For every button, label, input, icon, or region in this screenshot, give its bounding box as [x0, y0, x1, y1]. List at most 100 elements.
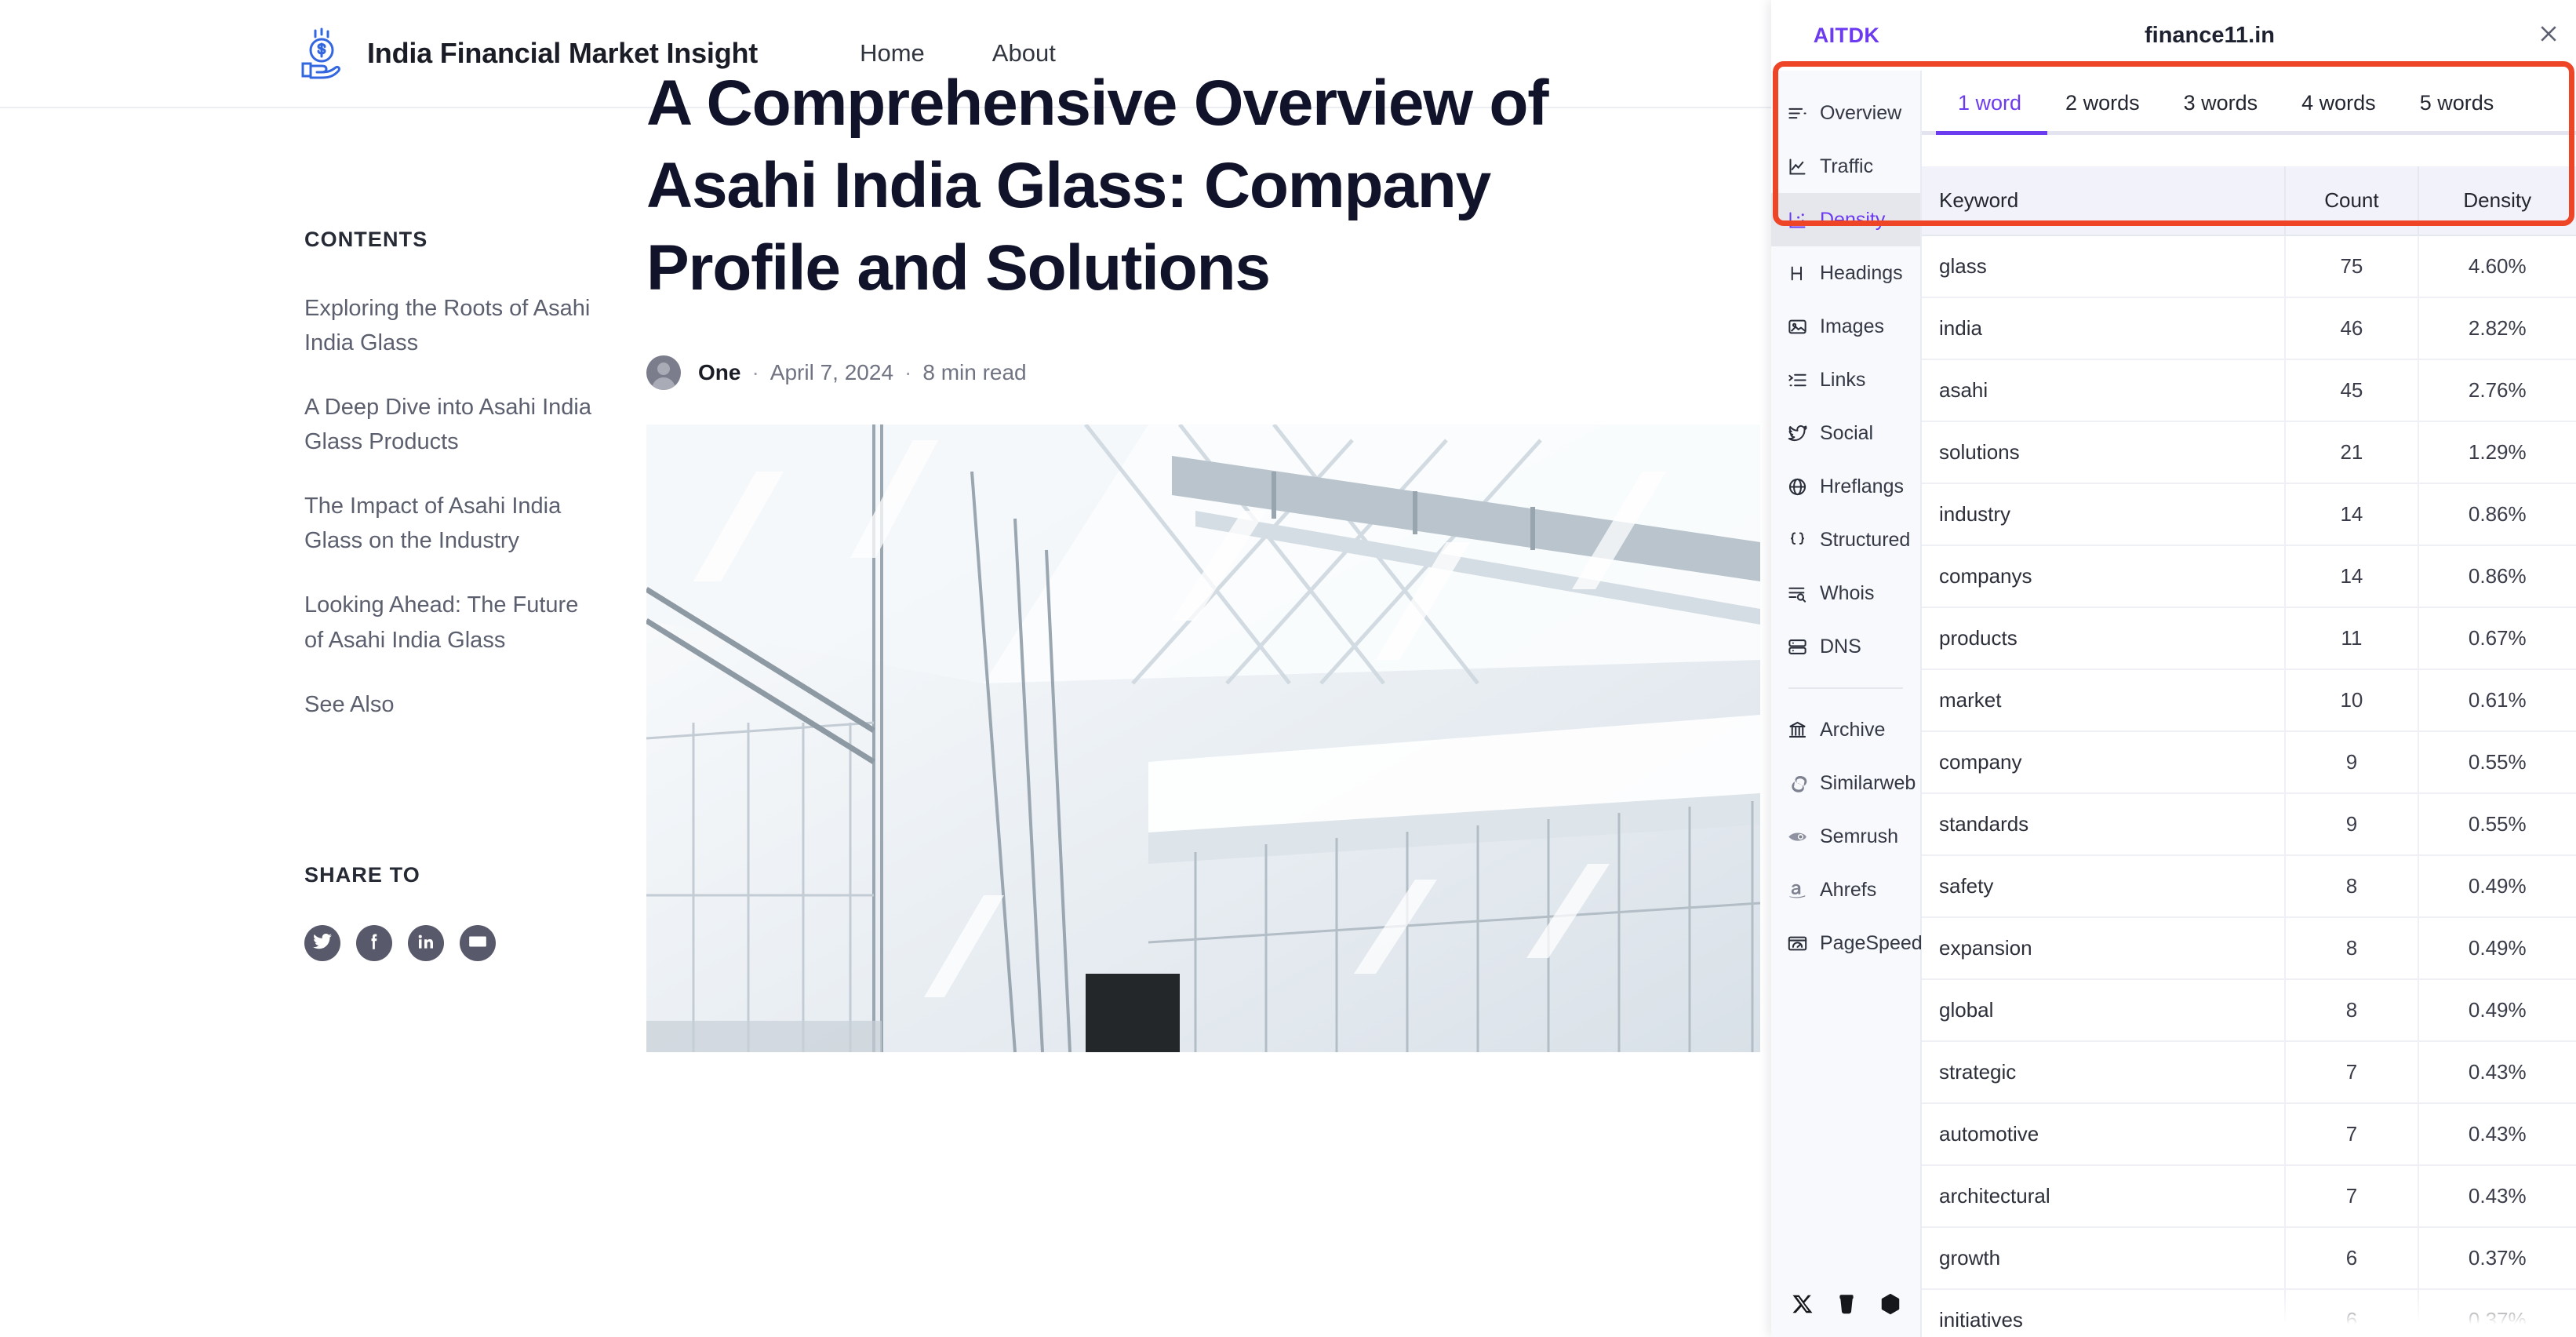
sidebar-item-links[interactable]: Links: [1771, 353, 1920, 406]
bank-columns-icon: [1785, 718, 1809, 741]
tab-4-words[interactable]: 4 words: [2279, 71, 2398, 135]
share-facebook-button[interactable]: [356, 925, 392, 961]
sidebar-item-whois[interactable]: Whois: [1771, 566, 1920, 620]
cell-density: 0.43%: [2417, 1041, 2576, 1104]
cell-density: 2.82%: [2417, 297, 2576, 360]
article-title: A Comprehensive Overview of Asahi India …: [646, 67, 1549, 304]
sidebar-item-hreflangs[interactable]: Hreflangs: [1771, 460, 1920, 513]
table-row[interactable]: global 8 0.49%: [1922, 979, 2576, 1042]
sidebar-label: Structured: [1820, 528, 1911, 551]
share-section: SHARE TO: [304, 863, 612, 961]
tab-5-words[interactable]: 5 words: [2398, 71, 2516, 135]
table-row[interactable]: strategic 7 0.43%: [1922, 1041, 2576, 1104]
cell-count: 9: [2284, 731, 2418, 794]
table-row[interactable]: initiatives 6 0.37%: [1922, 1289, 2576, 1337]
toc-item[interactable]: The Impact of Asahi India Glass on the I…: [304, 489, 602, 558]
share-linkedin-button[interactable]: [408, 925, 444, 961]
table-row[interactable]: market 10 0.61%: [1922, 669, 2576, 732]
table-row[interactable]: companys 14 0.86%: [1922, 545, 2576, 608]
aitdk-extension-panel: AITDK finance11.in Overview Traffic Dens…: [1771, 0, 2576, 1337]
article: A Comprehensive Overview of Asahi India …: [646, 63, 1760, 1052]
x-twitter-icon[interactable]: [1791, 1292, 1814, 1320]
table-row[interactable]: glass 75 4.60%: [1922, 235, 2576, 298]
tab-2-words[interactable]: 2 words: [2043, 71, 2162, 135]
table-row[interactable]: standards 9 0.55%: [1922, 793, 2576, 856]
avatar: [646, 355, 681, 390]
sidebar-label: Archive: [1820, 718, 1886, 741]
close-icon: [2537, 22, 2560, 49]
cell-keyword: standards: [1922, 793, 2286, 856]
sidebar-item-structured[interactable]: Structured: [1771, 513, 1920, 566]
sidebar-item-archive[interactable]: Archive: [1771, 703, 1920, 756]
sidebar-item-images[interactable]: Images: [1771, 300, 1920, 353]
sidebar-item-dns[interactable]: DNS: [1771, 620, 1920, 673]
screenshot-root: India Financial Market Insight Home Abou…: [0, 0, 2576, 1337]
toc-item[interactable]: Exploring the Roots of Asahi India Glass: [304, 291, 602, 360]
table-row[interactable]: automotive 7 0.43%: [1922, 1103, 2576, 1166]
cell-density: 0.49%: [2417, 917, 2576, 980]
toc-item[interactable]: Looking Ahead: The Future of Asahi India…: [304, 588, 602, 657]
table-row[interactable]: asahi 45 2.76%: [1922, 359, 2576, 422]
word-count-tabs: 1 word 2 words 3 words 4 words 5 words: [1922, 71, 2576, 135]
table-row[interactable]: safety 8 0.49%: [1922, 855, 2576, 918]
table-row[interactable]: growth 6 0.37%: [1922, 1227, 2576, 1290]
heading-h-icon: [1785, 261, 1809, 285]
cell-count: 8: [2284, 917, 2418, 980]
cell-keyword: industry: [1922, 483, 2286, 546]
table-row[interactable]: company 9 0.55%: [1922, 731, 2576, 794]
sidebar-divider: [1788, 687, 1903, 689]
tab-1-word[interactable]: 1 word: [1936, 71, 2043, 135]
cell-count: 7: [2284, 1041, 2418, 1104]
panel-body: Overview Traffic Density Headings Images…: [1771, 71, 2576, 1337]
sidebar-label: Semrush: [1820, 825, 1899, 847]
table-row[interactable]: products 11 0.67%: [1922, 607, 2576, 670]
cell-keyword: architectural: [1922, 1165, 2286, 1228]
sidebar-item-traffic[interactable]: Traffic: [1771, 140, 1920, 193]
sidebar-label: Hreflangs: [1820, 475, 1904, 497]
share-email-button[interactable]: [460, 925, 496, 961]
sidebar-item-similarweb[interactable]: Similarweb: [1771, 756, 1920, 810]
column-header-density[interactable]: Density: [2417, 166, 2576, 236]
share-heading: SHARE TO: [304, 863, 420, 887]
search-lines-icon: [1785, 581, 1809, 605]
cell-keyword: initiatives: [1922, 1289, 2286, 1337]
close-button[interactable]: [2521, 22, 2576, 49]
cell-density: 0.37%: [2417, 1227, 2576, 1290]
cell-count: 75: [2284, 235, 2418, 298]
sidebar-item-ahrefs[interactable]: Ahrefs: [1771, 863, 1920, 916]
cell-count: 46: [2284, 297, 2418, 360]
sidebar-item-overview[interactable]: Overview: [1771, 86, 1920, 140]
panel-footer-icons: [1771, 1292, 1922, 1320]
cell-keyword: global: [1922, 979, 2286, 1042]
coffee-cup-icon[interactable]: [1835, 1292, 1858, 1320]
column-header-count[interactable]: Count: [2284, 166, 2418, 236]
tab-3-words[interactable]: 3 words: [2162, 71, 2280, 135]
toc-item[interactable]: A Deep Dive into Asahi India Glass Produ…: [304, 390, 602, 459]
share-twitter-button[interactable]: [304, 925, 340, 961]
semrush-icon: [1785, 825, 1809, 848]
tabs-active-indicator: [1936, 131, 2047, 135]
cell-count: 6: [2284, 1289, 2418, 1337]
cell-density: 1.29%: [2417, 421, 2576, 484]
sidebar-item-headings[interactable]: Headings: [1771, 246, 1920, 300]
toc-item[interactable]: See Also: [304, 687, 602, 722]
sidebar-item-density[interactable]: Density: [1771, 193, 1920, 246]
table-row[interactable]: architectural 7 0.43%: [1922, 1165, 2576, 1228]
ahrefs-a-icon: [1785, 878, 1809, 902]
article-byline: One · April 7, 2024 · 8 min read: [646, 355, 1760, 390]
pagespeed-gauge-icon: [1785, 931, 1809, 955]
table-row[interactable]: expansion 8 0.49%: [1922, 917, 2576, 980]
settings-hex-icon[interactable]: [1879, 1292, 1902, 1320]
article-author: One: [698, 359, 741, 384]
column-header-keyword[interactable]: Keyword: [1922, 166, 2286, 236]
toc-heading: CONTENTS: [304, 228, 428, 251]
table-row[interactable]: india 46 2.82%: [1922, 297, 2576, 360]
table-row[interactable]: industry 14 0.86%: [1922, 483, 2576, 546]
sidebar-item-semrush[interactable]: Semrush: [1771, 810, 1920, 863]
hand-holding-coin-icon: [298, 27, 348, 79]
cell-density: 0.55%: [2417, 793, 2576, 856]
sidebar-item-pagespeed[interactable]: PageSpeed: [1771, 916, 1923, 970]
line-chart-icon: [1785, 155, 1809, 178]
table-row[interactable]: solutions 21 1.29%: [1922, 421, 2576, 484]
sidebar-item-social[interactable]: Social: [1771, 406, 1920, 460]
